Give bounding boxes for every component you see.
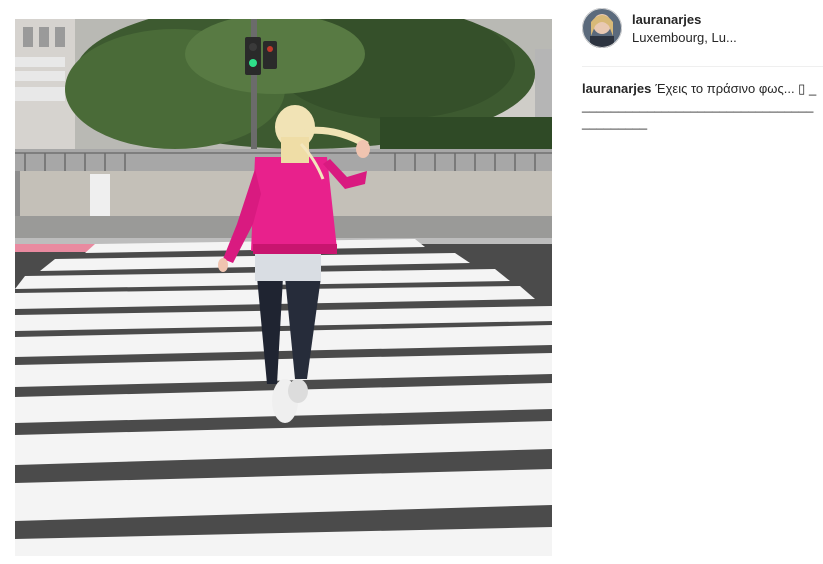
instagram-post-page: lauranarjes Luxembourg, Lu... lauranarje… [0,0,823,564]
post-header: lauranarjes Luxembourg, Lu... [582,8,812,48]
caption-username-link[interactable]: lauranarjes [582,81,651,96]
caption-text: Έχεις το πράσινο φως... [655,81,799,96]
location-link[interactable]: Luxembourg, Lu... [632,30,737,45]
username-link[interactable]: lauranarjes [632,12,701,27]
post-caption: lauranarjes Έχεις το πράσινο φως... ▯ ___… [582,80,818,131]
avatar-ring [582,8,622,48]
header-divider [582,66,823,67]
street-crossing-photo [15,19,552,556]
caption-emoji: ▯ [798,81,806,96]
avatar[interactable] [582,8,622,48]
post-photo[interactable] [15,19,552,556]
